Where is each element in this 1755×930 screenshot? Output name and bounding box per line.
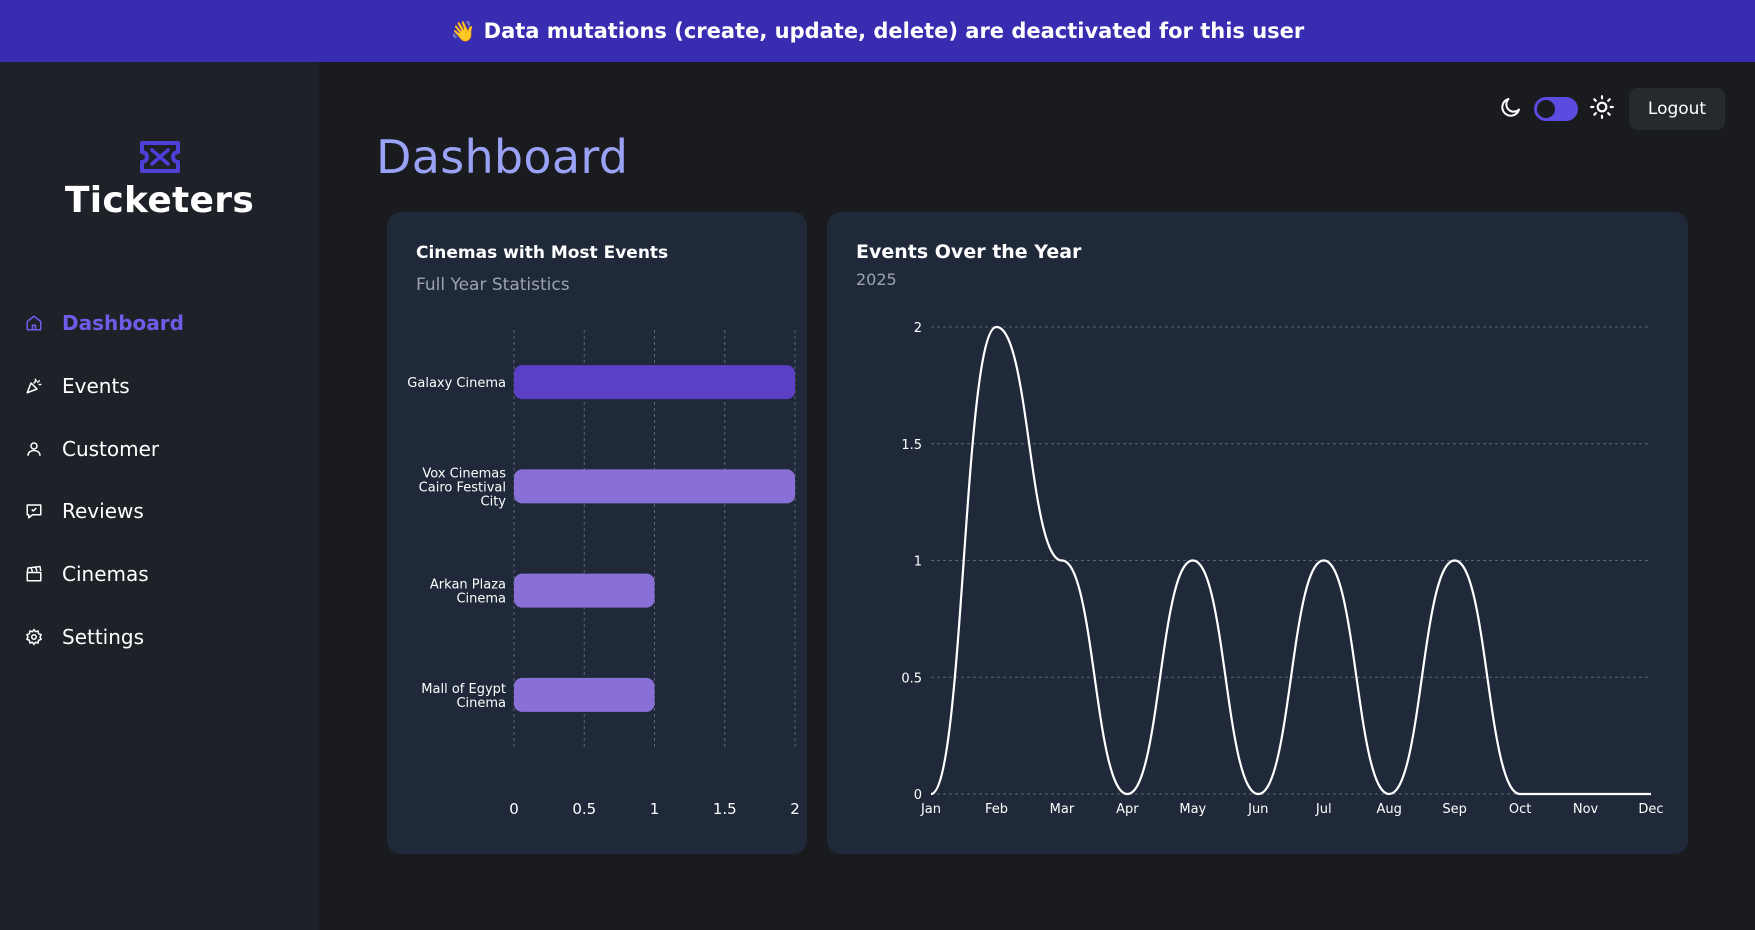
category-label: Arkan Plaza <box>430 578 506 593</box>
notice-banner: 👋 Data mutations (create, update, delete… <box>0 0 1755 62</box>
x-tick-label: Dec <box>1638 802 1663 817</box>
brand-logo[interactable]: Ticketers <box>0 140 319 221</box>
y-tick-label: 0 <box>914 788 922 803</box>
moon-icon <box>1499 95 1523 123</box>
x-tick-label: 0.5 <box>572 800 596 818</box>
cinemas-bar-chart: 0 0.5 1 1.5 2 Galaxy Cinema Vox CinemasCairo F… <box>407 330 800 818</box>
sidebar-item-reviews[interactable]: Reviews <box>0 480 319 543</box>
x-tick-label: Sep <box>1442 802 1467 817</box>
waving-hand-icon: 👋 <box>450 19 476 43</box>
events-year-card: Events Over the Year 2025 0 0.5 1 1.5 2 Jan Fe… <box>827 212 1688 854</box>
category-label: Galaxy Cinema <box>407 376 506 391</box>
x-tick-label: May <box>1179 802 1206 817</box>
x-tick-label: Feb <box>985 802 1008 817</box>
sidebar-item-events[interactable]: Events <box>0 355 319 418</box>
logout-button[interactable]: Logout <box>1629 88 1725 130</box>
x-tick-label: Jan <box>920 802 941 817</box>
sidebar-item-label: Cinemas <box>62 562 149 587</box>
x-tick-label: 1 <box>650 800 660 818</box>
sidebar-item-label: Customer <box>62 436 160 461</box>
x-tick-label: Oct <box>1509 802 1531 817</box>
sidebar-item-label: Settings <box>62 624 145 649</box>
bar <box>514 365 795 400</box>
sidebar-item-dashboard[interactable]: Dashboard <box>0 292 319 355</box>
y-tick-label: 1.5 <box>901 438 922 453</box>
sidebar-item-label: Dashboard <box>62 311 184 336</box>
sidebar: Ticketers Dashboard Events Customer Revi… <box>0 62 319 930</box>
category-label: Cinema <box>456 592 506 607</box>
bar <box>514 469 795 504</box>
sidebar-item-customer[interactable]: Customer <box>0 417 319 480</box>
clapperboard-icon <box>24 564 44 584</box>
theme-toggle[interactable] <box>1534 97 1578 121</box>
x-tick-label: Mar <box>1050 802 1075 817</box>
gear-icon <box>24 627 44 647</box>
home-icon <box>24 313 44 333</box>
brand-name: Ticketers <box>64 180 255 221</box>
x-tick-label: Nov <box>1573 802 1599 817</box>
sidebar-item-label: Events <box>62 374 130 399</box>
notice-banner-text: Data mutations (create, update, delete) … <box>483 19 1305 43</box>
category-label: Vox Cinemas <box>422 466 506 481</box>
events-line-chart: 0 0.5 1 1.5 2 Jan Feb Mar Apr May Jun Jul Aug Sep Oct N… <box>901 321 1663 817</box>
category-label: Cairo Festival <box>419 480 506 495</box>
category-label: Cinema <box>456 696 506 711</box>
x-tick-label: Jun <box>1247 802 1268 817</box>
x-tick-label: 1.5 <box>713 800 737 818</box>
topbar: Logout <box>1499 88 1725 130</box>
cinemas-events-card: Cinemas with Most Events Full Year Stati… <box>387 212 807 854</box>
sidebar-item-settings[interactable]: Settings <box>0 605 319 668</box>
x-tick-label: 2 <box>790 800 800 818</box>
y-tick-label: 2 <box>914 321 922 336</box>
x-tick-label: 0 <box>509 800 519 818</box>
sidebar-item-label: Reviews <box>62 499 144 524</box>
category-label: City <box>481 494 507 509</box>
review-icon <box>24 501 44 521</box>
category-label: Mall of Egypt <box>421 682 506 697</box>
sun-icon <box>1589 94 1615 124</box>
y-tick-label: 1 <box>914 555 922 570</box>
bar <box>514 677 655 712</box>
party-popper-icon <box>24 376 44 396</box>
ticket-icon <box>139 141 180 173</box>
sidebar-item-cinemas[interactable]: Cinemas <box>0 543 319 606</box>
x-tick-label: Apr <box>1116 802 1139 817</box>
user-icon <box>24 439 44 459</box>
y-tick-label: 0.5 <box>901 671 922 686</box>
x-tick-label: Jul <box>1315 802 1332 817</box>
bar <box>514 573 655 608</box>
theme-toggle-knob <box>1537 100 1555 118</box>
page-title: Dashboard <box>376 130 629 184</box>
sidebar-nav: Dashboard Events Customer Reviews Cinema… <box>0 292 319 668</box>
x-tick-label: Aug <box>1376 802 1401 817</box>
